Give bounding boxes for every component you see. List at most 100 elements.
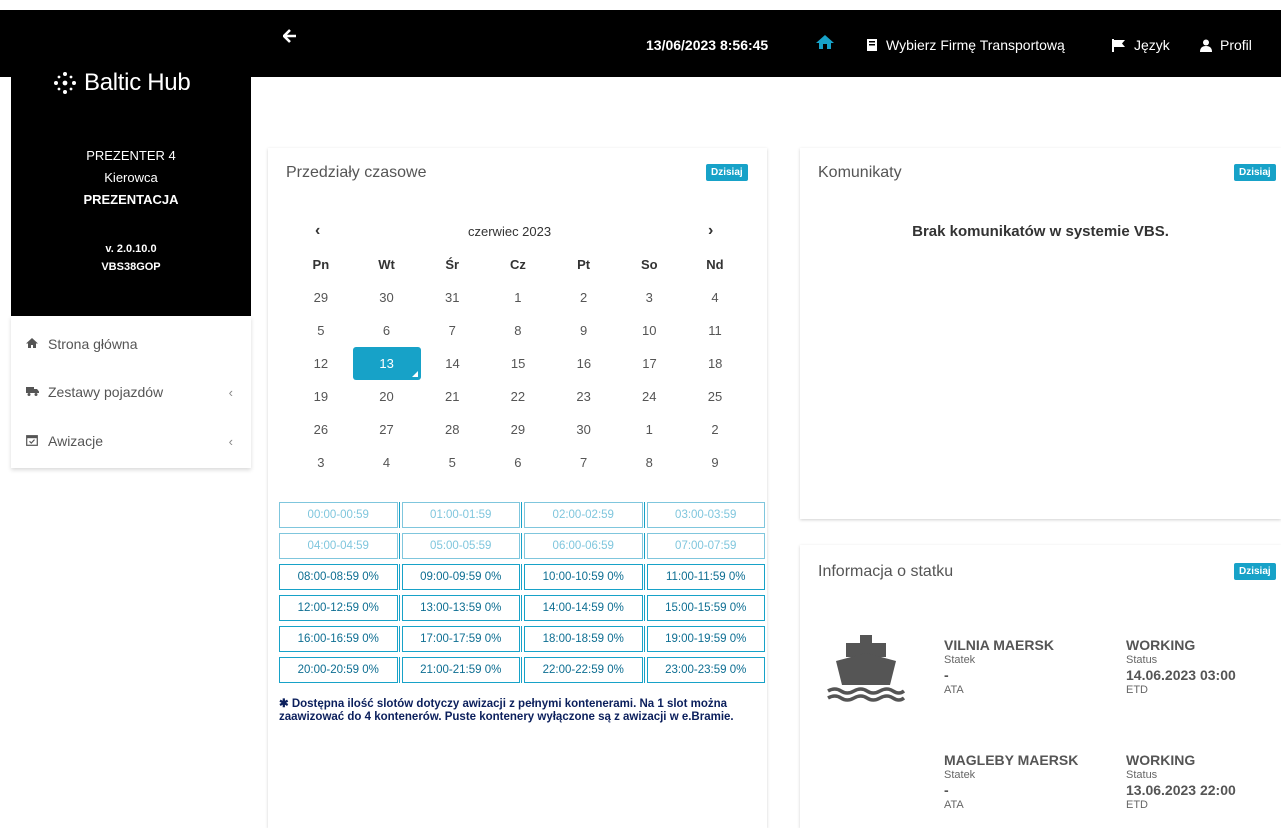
timeslot-row: 12:00-12:59 0% 13:00-13:59 0% 14:00-14:59 …: [279, 595, 765, 621]
app-version: v. 2.0.10.0: [105, 243, 157, 255]
timeslot-button[interactable]: 20:00-20:59 0%: [279, 657, 398, 683]
calendar-day[interactable]: 22: [485, 380, 551, 413]
calendar-day[interactable]: 30: [551, 413, 617, 446]
calendar-day[interactable]: 20: [354, 380, 420, 413]
calendar-day[interactable]: 30: [354, 281, 420, 314]
timeslot-button[interactable]: 12:00-12:59 0%: [279, 595, 398, 621]
calendar-day[interactable]: 17: [617, 347, 683, 380]
calendar-day[interactable]: 4: [354, 446, 420, 479]
timeslot-button[interactable]: 05:00-05:59: [398, 533, 520, 559]
timeslot-button[interactable]: 01:00-01:59: [398, 502, 520, 528]
calendar-day[interactable]: 6: [485, 446, 551, 479]
calendar-day[interactable]: 2: [551, 281, 617, 314]
timeslot-button[interactable]: 04:00-04:59: [279, 533, 398, 559]
calendar-day[interactable]: 1: [485, 281, 551, 314]
timeslot-button[interactable]: 08:00-08:59 0%: [279, 564, 398, 590]
profile-button[interactable]: Profil: [1200, 37, 1252, 53]
calendar-day[interactable]: 14: [420, 347, 486, 380]
timeslot-button[interactable]: 17:00-17:59 0%: [398, 626, 520, 652]
calendar-day[interactable]: 3: [616, 281, 682, 314]
timeslot-button[interactable]: 21:00-21:59 0%: [398, 657, 520, 683]
panel-title: Komunikaty: [818, 164, 902, 181]
today-badge[interactable]: Dzisiaj: [1234, 164, 1276, 181]
ship-name-label: Statek: [944, 769, 976, 781]
calendar-day[interactable]: 10: [616, 314, 682, 347]
calendar-day[interactable]: 8: [485, 314, 551, 347]
user-role: Kierowca: [104, 170, 158, 185]
truck-icon: [26, 386, 39, 399]
empty-messages-text: Brak komunikatów w systemie VBS.: [912, 223, 1169, 240]
calendar-day[interactable]: 21: [419, 380, 485, 413]
calendar-day[interactable]: 4: [682, 281, 748, 314]
calendar-day[interactable]: 29: [485, 413, 551, 446]
prev-month-button[interactable]: ‹: [315, 222, 320, 240]
calendar-day[interactable]: 9: [551, 314, 617, 347]
timeslot-button[interactable]: 15:00-15:59 0%: [643, 595, 765, 621]
flag-icon: [1112, 38, 1125, 52]
messages-panel: Komunikaty Dzisiaj Brak komunikatów w sy…: [800, 148, 1281, 519]
calendar-day[interactable]: 26: [288, 413, 354, 446]
calendar-day[interactable]: 11: [682, 314, 748, 347]
timeslot-button[interactable]: 07:00-07:59: [643, 533, 765, 559]
calendar-day[interactable]: 1: [616, 413, 682, 446]
timeslot-button[interactable]: 14:00-14:59 0%: [521, 595, 643, 621]
calendar-day[interactable]: 6: [354, 314, 420, 347]
sidebar-item-home[interactable]: Strona główna: [11, 319, 251, 369]
calendar-day[interactable]: 3: [288, 446, 354, 479]
calendar-day[interactable]: 7: [419, 314, 485, 347]
home-icon: [26, 337, 38, 351]
home-icon[interactable]: [815, 34, 835, 50]
timeslot-button[interactable]: 10:00-10:59 0%: [521, 564, 643, 590]
calendar-day[interactable]: 12: [288, 347, 354, 380]
timeslot-button[interactable]: 00:00-00:59: [279, 502, 398, 528]
timeslot-button[interactable]: 19:00-19:59 0%: [643, 626, 765, 652]
panel-title: Przedziały czasowe: [286, 164, 427, 181]
calendar-day[interactable]: 23: [551, 380, 617, 413]
calendar-day[interactable]: 28: [419, 413, 485, 446]
timeslot-button[interactable]: 11:00-11:59 0%: [643, 564, 765, 590]
brand-logo[interactable]: Baltic Hub: [52, 69, 191, 97]
calendar-day[interactable]: 29: [288, 281, 354, 314]
next-month-button[interactable]: ›: [708, 222, 713, 240]
timeslot-button[interactable]: 18:00-18:59 0%: [521, 626, 643, 652]
sidebar-item-vehicle-sets[interactable]: Zestawy pojazdów ‹: [11, 367, 251, 417]
today-badge[interactable]: Dzisiaj: [1234, 563, 1276, 580]
calendar-day[interactable]: 8: [616, 446, 682, 479]
timeslot-button[interactable]: 13:00-13:59 0%: [398, 595, 520, 621]
timeslot-button[interactable]: 09:00-09:59 0%: [398, 564, 520, 590]
timeslot-button[interactable]: 02:00-02:59: [521, 502, 643, 528]
calendar-check-icon: [26, 434, 38, 449]
calendar-day[interactable]: 5: [288, 314, 354, 347]
timeslot-button[interactable]: 06:00-06:59: [521, 533, 643, 559]
arrow-left-icon[interactable]: [282, 29, 297, 48]
timeslot-button[interactable]: 16:00-16:59 0%: [279, 626, 398, 652]
today-badge[interactable]: Dzisiaj: [706, 164, 748, 181]
calendar-day[interactable]: 5: [419, 446, 485, 479]
chevron-left-icon: ‹: [228, 433, 233, 449]
sidebar-item-notifications[interactable]: Awizacje ‹: [11, 416, 251, 466]
calendar-day[interactable]: 25: [682, 380, 748, 413]
timeslot-button[interactable]: 03:00-03:59: [643, 502, 765, 528]
calendar-day[interactable]: 19: [288, 380, 354, 413]
calendar-day[interactable]: 18: [682, 347, 748, 380]
timeslot-button[interactable]: 23:00-23:59 0%: [643, 657, 765, 683]
user-company: PREZENTACJA: [83, 192, 179, 207]
ship-status: WORKING: [1126, 637, 1196, 653]
calendar-day[interactable]: 24: [616, 380, 682, 413]
calendar-day-selected[interactable]: 13: [352, 347, 421, 380]
profile-label: Profil: [1220, 37, 1252, 53]
calendar-day[interactable]: 27: [354, 413, 420, 446]
calendar-day[interactable]: 7: [551, 446, 617, 479]
calendar-day[interactable]: 31: [419, 281, 485, 314]
calendar-month-label[interactable]: czerwiec 2023: [468, 224, 551, 239]
calendar-day[interactable]: 15: [485, 347, 551, 380]
calendar-day[interactable]: 2: [682, 413, 748, 446]
timeslot-row: 20:00-20:59 0% 21:00-21:59 0% 22:00-22:59 …: [279, 657, 765, 683]
select-transport-company-button[interactable]: Wybierz Firmę Transportową: [866, 37, 1065, 53]
brand-name: Baltic Hub: [84, 69, 191, 96]
calendar-day[interactable]: 16: [551, 347, 617, 380]
version-info: v. 2.0.10.0 VBS38GOP: [11, 240, 251, 276]
language-button[interactable]: Język: [1112, 37, 1170, 53]
timeslot-button[interactable]: 22:00-22:59 0%: [521, 657, 643, 683]
calendar-day[interactable]: 9: [682, 446, 748, 479]
